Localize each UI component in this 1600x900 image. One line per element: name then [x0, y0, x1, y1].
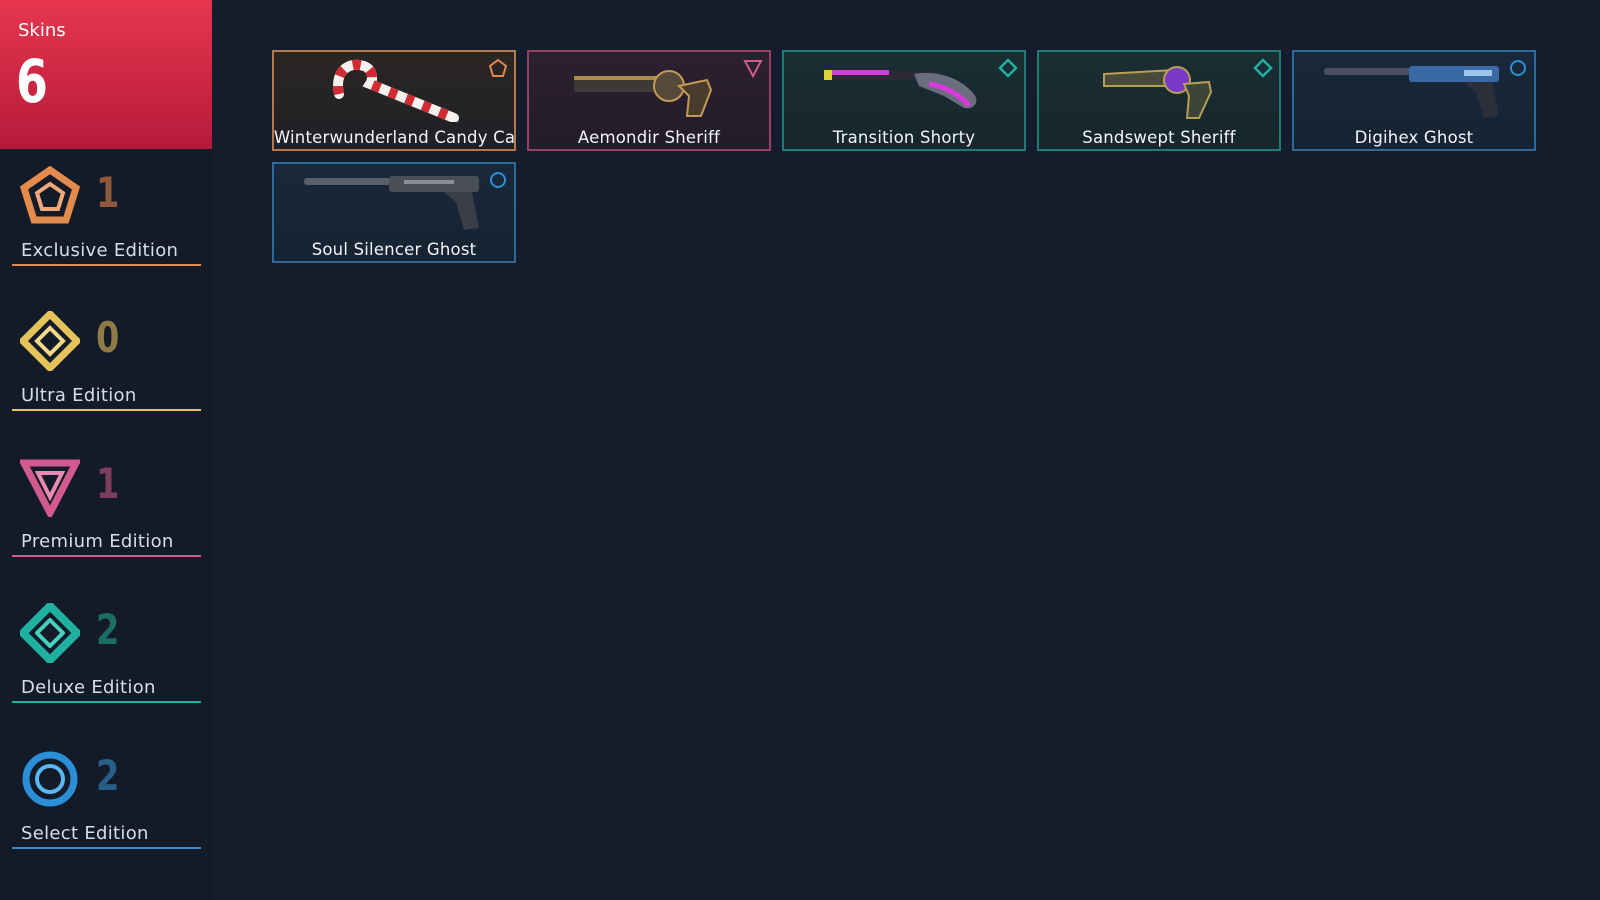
tier-label: Premium Edition	[21, 531, 174, 552]
tier-underline	[12, 409, 201, 411]
deluxe-tier-badge-icon	[998, 58, 1018, 78]
tier-deluxe-edition[interactable]: 2 Deluxe Edition	[12, 603, 201, 703]
ghost-pistol-icon	[304, 176, 479, 230]
tier-label: Select Edition	[21, 823, 149, 844]
skin-name: Soul Silencer Ghost	[311, 240, 477, 259]
tier-underline	[12, 701, 201, 703]
skin-name: Transition Shorty	[832, 128, 976, 147]
sheriff-pistol-icon	[1103, 66, 1213, 119]
shorty-shotgun-icon	[824, 70, 977, 109]
tier-count: 1	[96, 168, 120, 217]
skin-card[interactable]: Aemondir Sheriff	[527, 50, 771, 151]
skin-card[interactable]: Soul Silencer Ghost	[272, 162, 516, 263]
tier-select-edition[interactable]: 2 Select Edition	[12, 749, 201, 849]
tier-count: 2	[96, 605, 120, 654]
skin-name: Aemondir Sheriff	[577, 128, 721, 147]
select-tier-badge-icon	[490, 172, 506, 188]
exclusive-edition-icon	[20, 166, 80, 224]
skins-title: Skins	[18, 20, 66, 41]
premium-tier-badge-icon	[743, 60, 763, 78]
skin-card[interactable]: Digihex Ghost	[1292, 50, 1536, 151]
exclusive-tier-badge-icon	[488, 58, 508, 77]
tier-underline	[12, 264, 201, 266]
premium-edition-icon	[20, 459, 80, 517]
tier-underline	[12, 555, 201, 557]
skin-name: Winterwunderland Candy Cane	[273, 128, 516, 147]
tier-ultra-edition[interactable]: 0 Ultra Edition	[12, 311, 201, 411]
tier-label: Exclusive Edition	[21, 240, 179, 261]
tier-label: Ultra Edition	[21, 385, 137, 406]
tier-count: 1	[96, 459, 120, 508]
skin-card[interactable]: Winterwunderland Candy Cane	[272, 50, 516, 151]
deluxe-tier-badge-icon	[1253, 58, 1273, 78]
select-tier-badge-icon	[1510, 60, 1526, 76]
skin-card[interactable]: Sandswept Sheriff	[1037, 50, 1281, 151]
tier-premium-edition[interactable]: 1 Premium Edition	[12, 457, 201, 557]
tier-count: 0	[96, 313, 120, 362]
deluxe-edition-icon	[20, 603, 80, 663]
sidebar: Skins 6 1 Exclusive Edition 0 Ultra Edit…	[0, 0, 212, 900]
skins-summary-header: Skins 6	[0, 0, 212, 149]
sheriff-pistol-icon	[574, 70, 713, 117]
tier-underline	[12, 847, 201, 849]
select-edition-icon	[22, 751, 78, 807]
tier-count: 2	[96, 751, 120, 800]
ghost-pistol-icon	[1324, 66, 1499, 118]
skin-name: Digihex Ghost	[1354, 128, 1474, 147]
candy-cane-icon	[333, 59, 459, 122]
ultra-edition-icon	[20, 311, 80, 371]
skin-card[interactable]: Transition Shorty	[782, 50, 1026, 151]
tier-label: Deluxe Edition	[21, 677, 156, 698]
skins-total-count: 6	[16, 47, 48, 117]
tier-exclusive-edition[interactable]: 1 Exclusive Edition	[12, 166, 201, 266]
skin-name: Sandswept Sheriff	[1082, 128, 1236, 147]
